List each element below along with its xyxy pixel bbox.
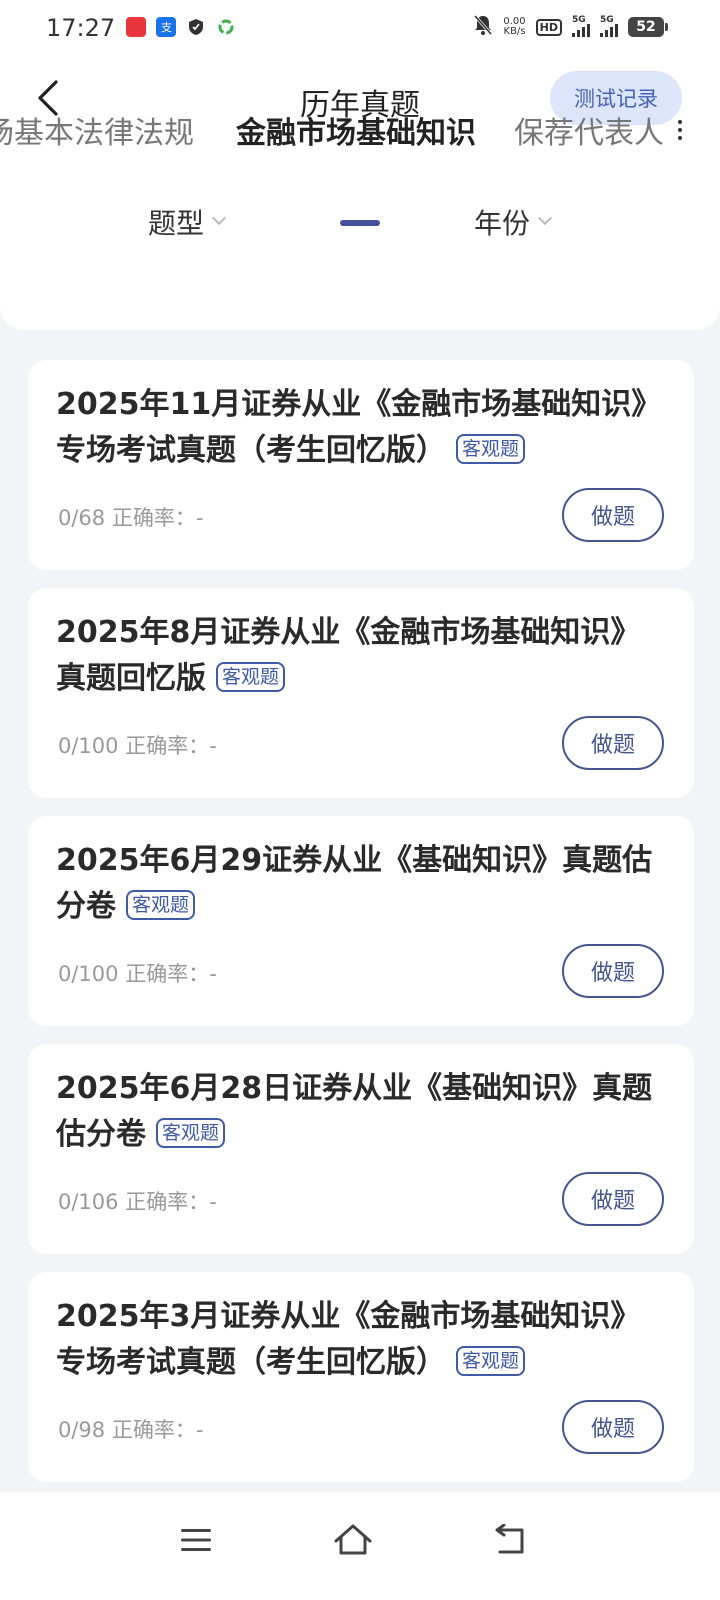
net-speed: 0.00 KB/s [503,17,525,37]
status-time: 17:27 [46,14,116,42]
paper-title: 2025年8月证券从业《金融市场基础知识》真题回忆版 客观题 [56,610,666,702]
home-button[interactable] [323,1510,383,1570]
signal-label-1: 5G [572,15,586,25]
year-label: 年份 [474,207,531,240]
paper-card[interactable]: 2025年6月28日证券从业《基础知识》真题估分卷 客观题 0/106 正确率：-… [28,1044,694,1254]
back-nav-button[interactable] [480,1510,540,1570]
svg-text:支: 支 [161,21,172,34]
paper-accuracy: 正确率：- [125,1190,217,1214]
paper-title-text: 2025年11月证券从业《金融市场基础知识》专场考试真题（考生回忆版） [56,387,662,468]
chevron-down-icon [211,210,227,226]
paper-meta: 0/100 正确率：- [58,958,217,988]
paper-accuracy: 正确率：- [111,506,204,530]
paper-progress: 0/98 [58,1418,106,1442]
do-questions-button[interactable]: 做题 [562,944,664,998]
more-tabs-icon[interactable] [674,116,686,144]
tab-sponsor-representative[interactable]: 保荐代表人 [514,108,664,152]
objective-tag: 客观题 [126,889,196,920]
menu-icon [181,1529,211,1551]
chevron-down-icon [537,210,553,226]
question-type-label: 题型 [148,207,205,240]
paper-accuracy: 正确率：- [125,962,217,986]
paper-title: 2025年6月28日证券从业《基础知识》真题估分卷 客观题 [56,1066,666,1158]
tab-financial-market[interactable]: 金融市场基础知识 [236,108,476,152]
recycle-icon [216,17,236,37]
paper-accuracy: 正确率：- [125,734,217,758]
paper-card[interactable]: 2025年3月证券从业《金融市场基础知识》专场考试真题（考生回忆版） 客观题 0/… [28,1272,694,1482]
objective-tag: 客观题 [456,1345,526,1376]
question-type-filter[interactable]: 题型 [148,202,227,242]
status-bar: 17:27 支 0.00 KB/s HD 5G 5G 52 [0,0,720,56]
paper-accuracy: 正确率：- [111,1418,204,1442]
signal-icon-1: 5G [572,15,590,37]
header-card: 历年真题 测试记录 [0,56,720,330]
system-nav-bar [0,1492,720,1600]
paper-title: 2025年6月29证券从业《基础知识》真题估分卷 客观题 [56,838,666,930]
alipay-icon: 支 [156,17,176,37]
signal-label-2: 5G [600,15,614,25]
objective-tag: 客观题 [156,1117,226,1148]
paper-title: 2025年3月证券从业《金融市场基础知识》专场考试真题（考生回忆版） 客观题 [56,1294,666,1386]
do-questions-button[interactable]: 做题 [562,488,664,542]
paper-title-text: 2025年6月28日证券从业《基础知识》真题估分卷 [56,1071,653,1152]
paper-card[interactable]: 2025年11月证券从业《金融市场基础知识》专场考试真题（考生回忆版） 客观题 0… [28,360,694,570]
shield-icon [186,17,206,37]
status-app-icons: 支 [126,17,236,37]
paper-title-text: 2025年8月证券从业《金融市场基础知识》真题回忆版 [56,615,641,696]
active-tab-indicator [340,220,380,226]
objective-tag: 客观题 [216,661,286,692]
status-indicators: 0.00 KB/s HD 5G 5G 52 [473,14,668,40]
hd-badge: HD [535,18,562,36]
subject-tabs: 场基本法律法规 金融市场基础知识 保荐代表人 [0,100,720,164]
paper-meta: 0/68 正确率：- [58,502,203,532]
app-notification-icon [126,17,146,37]
objective-tag: 客观题 [456,433,526,464]
do-questions-button[interactable]: 做题 [562,1172,664,1226]
tab-basic-law[interactable]: 场基本法律法规 [0,108,194,152]
paper-title: 2025年11月证券从业《金融市场基础知识》专场考试真题（考生回忆版） 客观题 [56,382,666,474]
do-questions-button[interactable]: 做题 [562,1400,664,1454]
signal-icon-2: 5G [600,15,618,37]
paper-progress: 0/100 [58,962,119,986]
mute-bell-icon [473,14,493,40]
paper-progress: 0/68 [58,506,106,530]
paper-card[interactable]: 2025年6月29证券从业《基础知识》真题估分卷 客观题 0/100 正确率：- … [28,816,694,1026]
do-questions-button[interactable]: 做题 [562,716,664,770]
battery-icon: 52 [628,17,668,37]
paper-card[interactable]: 2025年8月证券从业《金融市场基础知识》真题回忆版 客观题 0/100 正确率：… [28,588,694,798]
net-speed-unit: KB/s [503,26,526,37]
home-icon [334,1524,372,1555]
paper-title-text: 2025年3月证券从业《金融市场基础知识》专场考试真题（考生回忆版） [56,1299,641,1380]
paper-list: 2025年11月证券从业《金融市场基础知识》专场考试真题（考生回忆版） 客观题 0… [28,360,694,1500]
menu-button[interactable] [166,1510,226,1570]
year-filter[interactable]: 年份 [474,202,553,242]
paper-meta: 0/106 正确率：- [58,1186,217,1216]
paper-meta: 0/98 正确率：- [58,1414,203,1444]
paper-meta: 0/100 正确率：- [58,730,217,760]
return-icon [495,1524,524,1554]
paper-progress: 0/100 [58,734,119,758]
paper-progress: 0/106 [58,1190,119,1214]
